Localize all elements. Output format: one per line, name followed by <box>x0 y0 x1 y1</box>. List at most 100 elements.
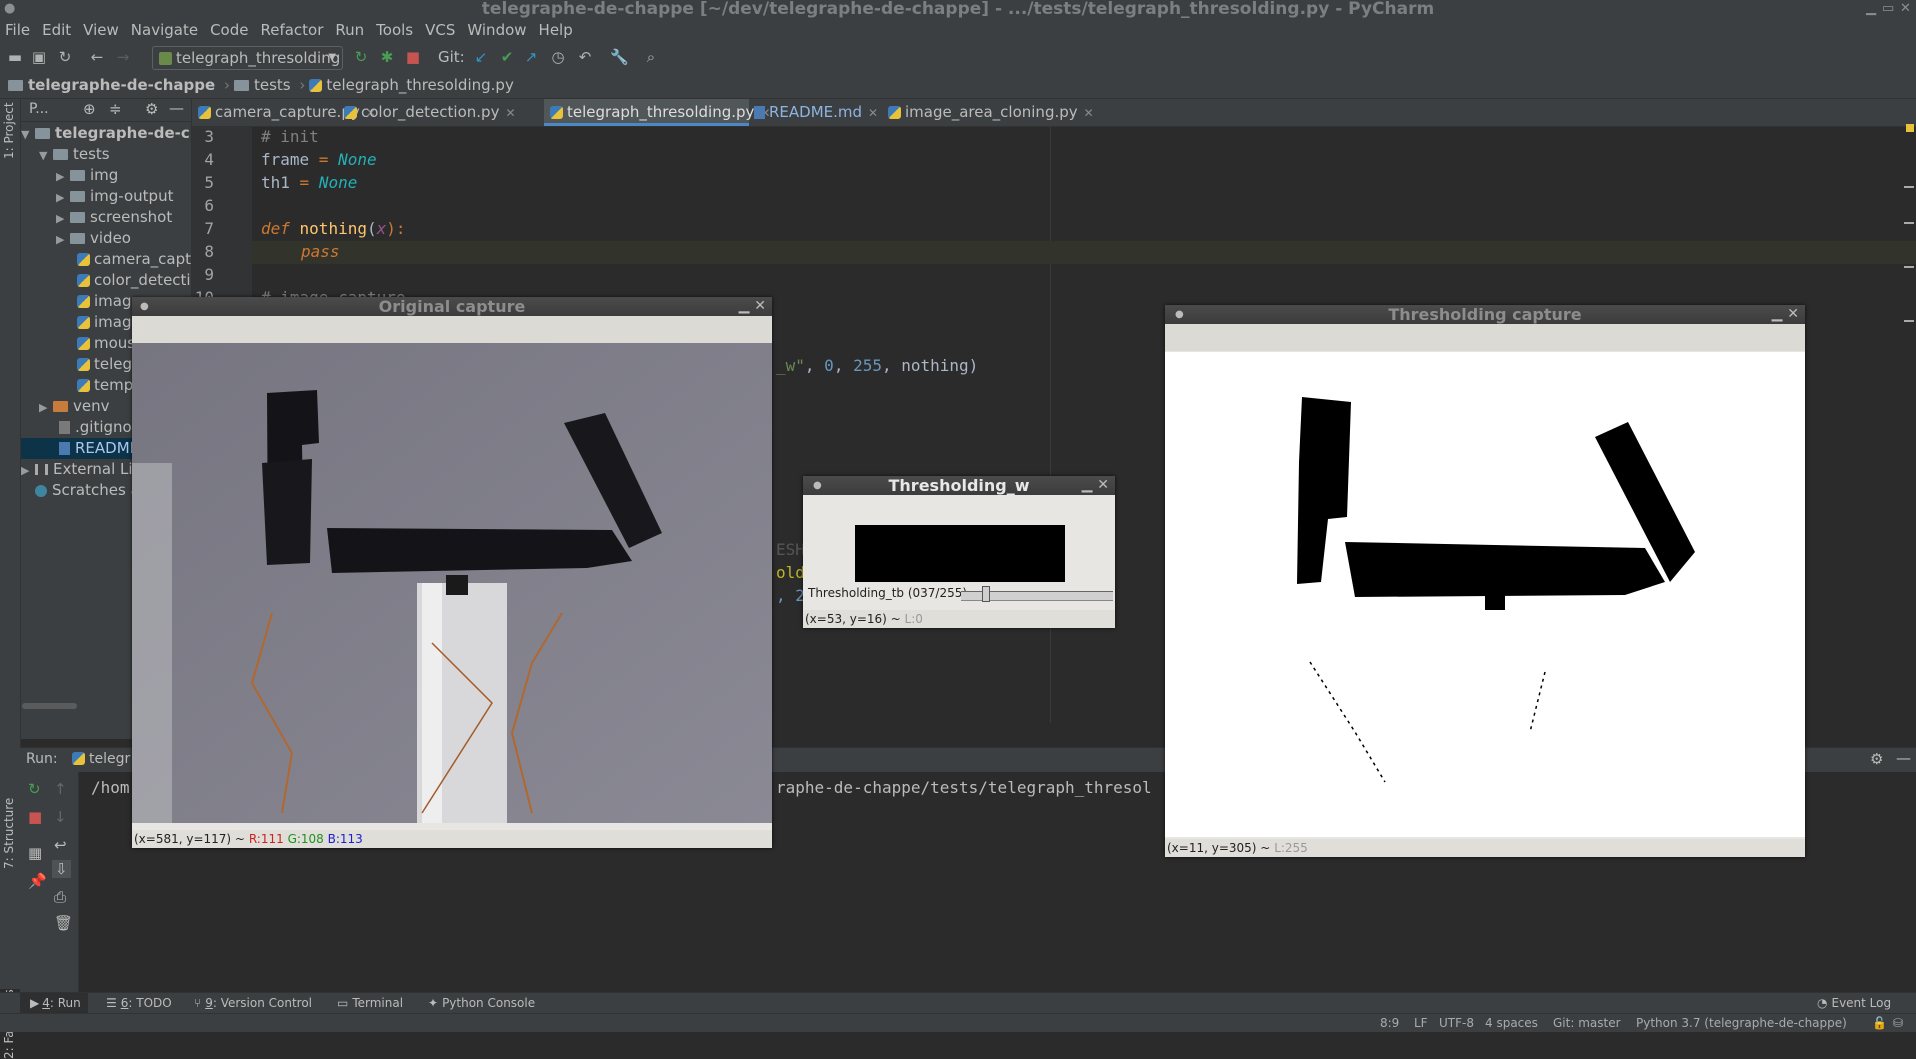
tree-item[interactable]: camera_captur <box>77 249 191 270</box>
git-branch[interactable]: Git: master <box>1553 1014 1621 1032</box>
stripe-marker[interactable] <box>1904 186 1914 188</box>
menu-refactor[interactable]: Refactor <box>254 18 329 42</box>
tool-tab-python-console[interactable]: ✦ Python Console <box>428 993 535 1014</box>
menu-view[interactable]: View <box>77 18 125 42</box>
tree-item[interactable]: ▼telegraphe-de-cha <box>21 123 191 145</box>
print-icon[interactable]: ⎙ <box>54 888 66 906</box>
tab-camera-capture[interactable]: camera_capture.py ✕ <box>198 99 376 126</box>
run-configuration-select[interactable]: telegraph_thresolding ▼ <box>152 46 343 70</box>
stripe-marker[interactable] <box>1904 266 1914 268</box>
window-controls-icon[interactable]: ▁ ✕ <box>739 297 766 316</box>
hide-icon[interactable]: — <box>169 99 184 117</box>
scroll-to-end-icon[interactable]: ⇩ <box>52 860 71 878</box>
minimize-icon[interactable]: ▁ <box>1866 1 1876 16</box>
thresholding-capture-title-bar[interactable]: ● Thresholding capture ▁ ✕ <box>1165 305 1805 324</box>
rerun-icon[interactable]: ↻ <box>352 48 370 66</box>
tree-item[interactable]: Scratches a <box>35 480 140 501</box>
file-encoding[interactable]: UTF-8 <box>1439 1014 1474 1032</box>
project-tool-tab[interactable]: 1: Project <box>2 102 16 159</box>
menu-run[interactable]: Run <box>329 18 370 42</box>
tool-tab-terminal[interactable]: ▭ Terminal <box>337 993 403 1014</box>
soft-wrap-icon[interactable]: ↩ <box>54 836 67 854</box>
menu-vcs[interactable]: VCS <box>419 18 461 42</box>
python-interpreter[interactable]: Python 3.7 (telegraphe-de-chappe) <box>1636 1014 1847 1032</box>
lock-icon[interactable]: 🔓 <box>1872 1014 1887 1032</box>
git-update-icon[interactable]: ↙ <box>472 48 490 66</box>
project-view-select[interactable]: P... <box>29 101 49 117</box>
tree-item[interactable]: .gitignor <box>59 417 138 438</box>
git-commit-icon[interactable]: ✔ <box>498 48 516 66</box>
inspection-marker[interactable] <box>1906 124 1914 132</box>
back-icon[interactable]: ← <box>88 48 106 66</box>
menu-help[interactable]: Help <box>533 18 579 42</box>
revert-icon[interactable]: ↶ <box>576 48 594 66</box>
project-horizontal-scrollbar[interactable] <box>22 703 77 709</box>
indent-setting[interactable]: 4 spaces <box>1485 1014 1538 1032</box>
line-separator[interactable]: LF <box>1414 1014 1428 1032</box>
stop-icon[interactable]: ■ <box>28 808 42 826</box>
tree-item[interactable]: mous <box>77 333 135 354</box>
trackbar[interactable] <box>961 586 1113 602</box>
forward-icon[interactable]: → <box>114 48 132 66</box>
original-capture-window[interactable]: ● Original capture ▁ ✕ (x=581, y=117) ~ … <box>132 297 772 848</box>
tree-item[interactable]: ▶ External Lil <box>21 459 137 481</box>
history-icon[interactable]: ◷ <box>549 48 567 66</box>
maximize-icon[interactable]: ▭ <box>1882 1 1894 16</box>
tree-item[interactable]: ▶ screenshot <box>56 207 172 229</box>
search-icon[interactable]: ⌕ <box>642 48 660 66</box>
settings-wrench-icon[interactable]: 🔧 <box>610 48 629 66</box>
down-icon[interactable]: ↓ <box>54 808 67 826</box>
debug-icon[interactable]: ✱ <box>378 48 396 66</box>
trackbar-handle[interactable] <box>982 586 990 602</box>
thresholding-capture-window[interactable]: ● Thresholding capture ▁ ✕ (x=11, y=305)… <box>1165 305 1805 857</box>
tree-item[interactable]: ▶ venv <box>39 396 110 418</box>
breadcrumb-project[interactable]: telegraphe-de-chappe <box>28 76 215 94</box>
menu-file[interactable]: File <box>0 18 36 42</box>
menu-edit[interactable]: Edit <box>36 18 77 42</box>
git-push-icon[interactable]: ↗ <box>522 48 540 66</box>
run-tab[interactable]: telegr <box>72 751 130 767</box>
original-capture-title-bar[interactable]: ● Original capture ▁ ✕ <box>132 297 772 316</box>
pin-icon[interactable]: 📌 <box>28 872 47 890</box>
tree-item[interactable]: ▼ tests <box>39 144 110 166</box>
tree-item[interactable]: telegr <box>77 354 138 375</box>
gear-icon[interactable]: ⚙ <box>145 100 158 118</box>
gear-icon[interactable]: ⚙ <box>1870 750 1883 768</box>
tree-item[interactable]: ▶ video <box>56 228 131 250</box>
locate-icon[interactable]: ⊕ <box>83 100 96 118</box>
collapse-icon[interactable]: ≑ <box>109 100 122 118</box>
open-folder-icon[interactable]: ▬ <box>6 48 24 66</box>
save-icon[interactable]: ▣ <box>30 48 48 66</box>
tree-item[interactable]: ▶ img-output <box>56 186 173 208</box>
breadcrumb-file[interactable]: telegraph_thresolding.py <box>326 76 513 94</box>
caret-position[interactable]: 8:9 <box>1380 1014 1399 1032</box>
stripe-marker[interactable] <box>1904 320 1914 322</box>
tool-tab-version-control[interactable]: ⑂ 9: Version Control <box>194 993 312 1014</box>
tab-readme[interactable]: README.md ✕ <box>750 99 887 126</box>
menu-code[interactable]: Code <box>204 18 254 42</box>
tab-color-detection[interactable]: color_detection.py ✕ <box>344 99 516 126</box>
rerun-icon[interactable]: ↻ <box>28 780 41 798</box>
tool-tab-todo[interactable]: ☰ 6: TODO <box>106 993 172 1014</box>
thresholding-control-title-bar[interactable]: ● Thresholding_w ▁ ✕ <box>803 476 1115 495</box>
menu-navigate[interactable]: Navigate <box>125 18 204 42</box>
close-icon[interactable]: ✕ <box>1900 1 1911 16</box>
window-controls-icon[interactable]: ▁ ✕ <box>1772 305 1799 324</box>
tree-item[interactable]: color_detection <box>77 270 191 291</box>
sync-icon[interactable]: ↻ <box>56 48 74 66</box>
tool-tab-run[interactable]: ▶ 4: Run <box>20 993 88 1014</box>
tree-item[interactable]: templ <box>77 375 137 396</box>
stop-icon[interactable]: ■ <box>404 48 422 66</box>
up-icon[interactable]: ↑ <box>54 780 67 798</box>
tab-telegraph-thresolding[interactable]: telegraph_thresolding.py ✕ <box>544 99 770 126</box>
menu-tools[interactable]: Tools <box>370 18 419 42</box>
stripe-marker[interactable] <box>1904 222 1914 224</box>
window-menu-icon[interactable]: ● <box>4 1 15 16</box>
hide-icon[interactable]: — <box>1896 749 1911 767</box>
trash-icon[interactable]: 🗑 <box>54 914 73 932</box>
menu-window[interactable]: Window <box>461 18 532 42</box>
tab-image-area-cloning[interactable]: image_area_cloning.py ✕ <box>888 99 1094 126</box>
structure-tool-tab[interactable]: 7: Structure <box>2 798 16 869</box>
tree-item[interactable]: ▶ img <box>56 165 118 187</box>
thresholding-control-window[interactable]: ● Thresholding_w ▁ ✕ Thresholding_tb (03… <box>803 476 1115 628</box>
